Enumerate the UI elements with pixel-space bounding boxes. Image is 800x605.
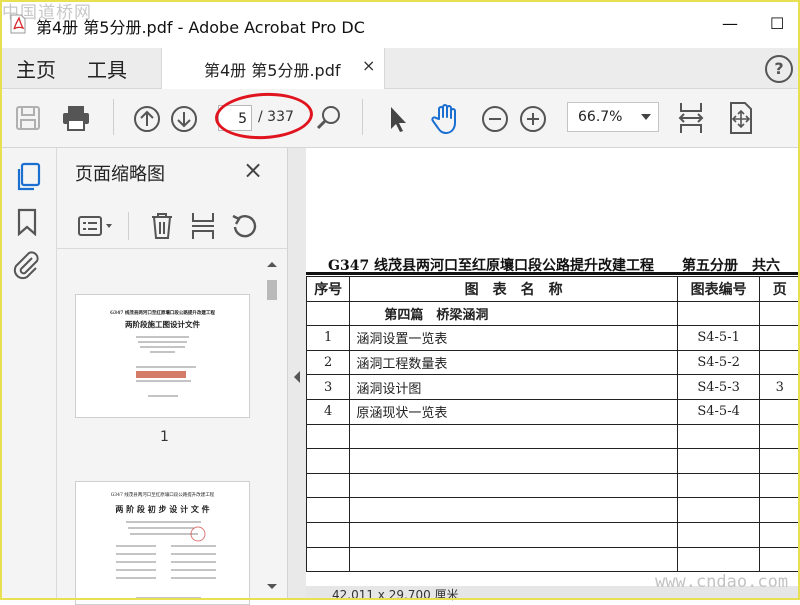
screenshot-border <box>0 0 800 600</box>
